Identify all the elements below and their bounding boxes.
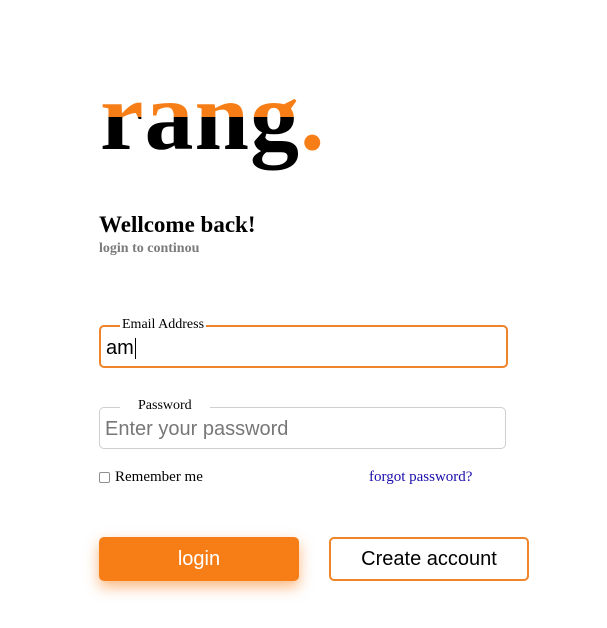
password-input[interactable] xyxy=(105,416,495,442)
password-field[interactable]: Password xyxy=(99,398,506,449)
email-label: Email Address xyxy=(120,317,207,333)
page-subtitle: login to continou xyxy=(99,241,200,256)
create-account-button[interactable]: Create account xyxy=(329,537,529,581)
remember-checkbox[interactable] xyxy=(99,472,110,483)
login-button[interactable]: login xyxy=(99,537,299,581)
forgot-password-link[interactable]: forgot password? xyxy=(369,469,472,486)
brand-dot: . xyxy=(300,63,326,171)
brand-name: rang xyxy=(100,63,300,171)
email-field[interactable]: Email Address xyxy=(99,317,508,368)
remember-label: Remember me xyxy=(115,469,203,485)
password-label: Password xyxy=(120,398,210,414)
page-title: Wellcome back! xyxy=(99,212,256,237)
email-input[interactable] xyxy=(106,335,496,361)
remember-me[interactable]: Remember me xyxy=(99,469,203,486)
brand-logo: rang. xyxy=(100,62,326,172)
text-caret xyxy=(135,338,136,359)
